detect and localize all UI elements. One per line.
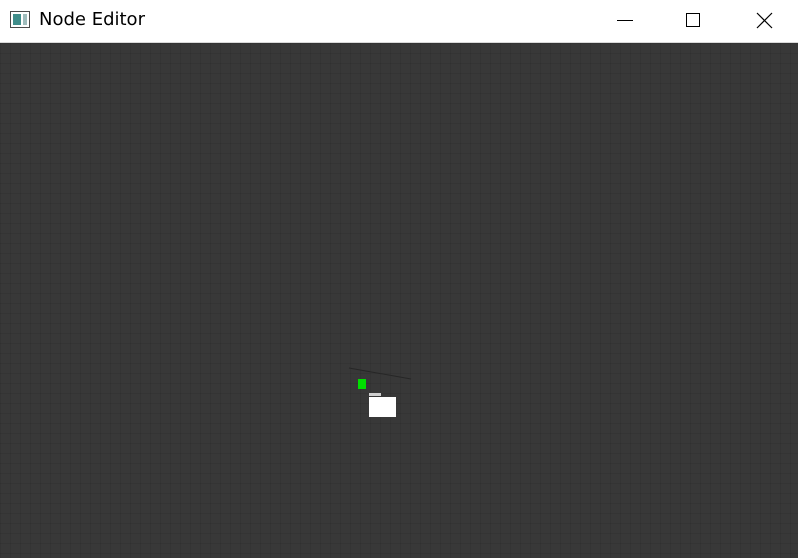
window-title: Node Editor — [39, 9, 145, 30]
maximize-button[interactable] — [670, 0, 716, 42]
node-label — [369, 393, 381, 396]
node-output-pin[interactable] — [358, 379, 366, 389]
close-icon — [756, 12, 773, 29]
node-editor-window: Node Editor — [0, 0, 798, 558]
title-bar[interactable]: Node Editor — [0, 0, 798, 43]
node-canvas[interactable] — [0, 43, 798, 558]
minimize-button[interactable] — [602, 0, 648, 42]
node-body[interactable] — [369, 397, 396, 417]
maximize-icon — [686, 13, 700, 27]
connection-wire — [348, 367, 412, 380]
minimize-icon — [617, 20, 633, 21]
app-icon — [10, 11, 30, 28]
close-button[interactable] — [741, 0, 787, 42]
